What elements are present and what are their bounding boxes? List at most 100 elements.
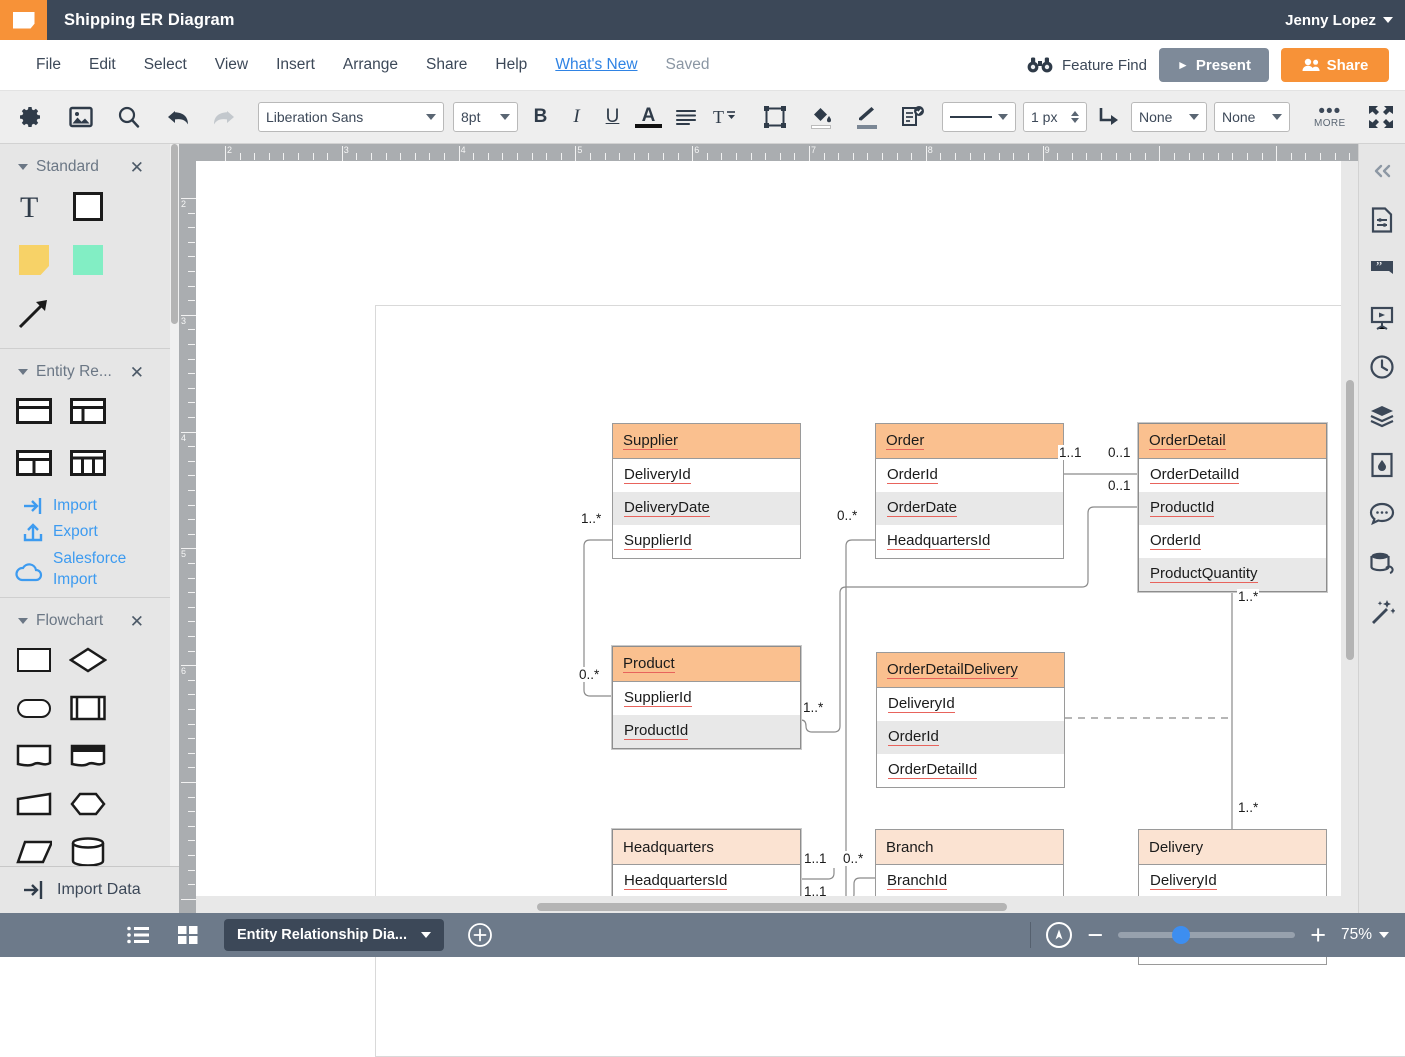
entity-attribute-row[interactable]: DeliveryId <box>1139 865 1326 898</box>
arrow-icon[interactable] <box>14 294 54 334</box>
search-icon[interactable] <box>114 102 144 132</box>
feature-find-button[interactable]: Feature Find <box>1027 57 1147 74</box>
entity-attribute-row[interactable]: DeliveryDate <box>613 492 800 525</box>
line-width-stepper[interactable]: 1 px <box>1023 102 1087 132</box>
align-left-icon[interactable] <box>671 102 701 132</box>
elbow-connector-icon[interactable] <box>1094 102 1124 132</box>
section-header-standard[interactable]: Standard ✕ <box>0 144 170 182</box>
expand-icon[interactable] <box>1366 102 1396 132</box>
vertical-scrollbar-thumb[interactable] <box>1346 380 1354 660</box>
fill-bucket-icon[interactable] <box>806 102 836 132</box>
pointer-circle-icon[interactable] <box>1046 922 1073 948</box>
horizontal-scrollbar-thumb[interactable] <box>537 903 1007 911</box>
entity-attribute-row[interactable]: SupplierId <box>613 525 800 558</box>
database-link-icon[interactable] <box>1365 546 1399 580</box>
zoom-out-button[interactable]: − <box>1087 922 1103 949</box>
comment-bubble-icon[interactable] <box>1365 497 1399 531</box>
close-icon[interactable]: ✕ <box>130 364 144 381</box>
underline-button[interactable]: U <box>599 106 626 128</box>
diamond-icon[interactable] <box>68 640 108 680</box>
salesforce-import-link[interactable]: Salesforce Import <box>0 545 170 593</box>
er-entity-1-icon[interactable] <box>14 391 54 431</box>
text-color-button[interactable]: A <box>635 106 662 128</box>
section-header-flowchart[interactable]: Flowchart ✕ <box>0 598 170 636</box>
shape-outline-icon[interactable] <box>760 102 790 132</box>
document-dark-icon[interactable] <box>68 736 108 776</box>
predefined-process-icon[interactable] <box>68 688 108 728</box>
grid-view-icon[interactable] <box>174 921 202 949</box>
list-view-icon[interactable] <box>124 921 152 949</box>
clock-history-icon[interactable] <box>1365 350 1399 384</box>
format-painter-icon[interactable] <box>898 102 928 132</box>
import-link[interactable]: Import <box>0 493 170 519</box>
end-arrow-select[interactable]: None <box>1214 102 1290 132</box>
line-style-select[interactable] <box>942 102 1016 132</box>
share-button[interactable]: Share <box>1281 48 1389 82</box>
app-logo-button[interactable] <box>0 0 47 40</box>
note-icon[interactable] <box>14 240 54 280</box>
menu-select[interactable]: Select <box>130 50 201 80</box>
layers-icon[interactable] <box>1365 399 1399 433</box>
collapse-chevrons-icon[interactable] <box>1365 154 1399 188</box>
menu-share[interactable]: Share <box>412 50 481 80</box>
er-entity-4-icon[interactable] <box>68 443 108 483</box>
document-properties-icon[interactable] <box>1365 203 1399 237</box>
stadium-icon[interactable] <box>14 688 54 728</box>
start-arrow-select[interactable]: None <box>1131 102 1207 132</box>
menu-edit[interactable]: Edit <box>75 50 130 80</box>
menu-file[interactable]: File <box>22 50 75 80</box>
redo-arrow-icon[interactable] <box>208 102 238 132</box>
menu-help[interactable]: Help <box>481 50 541 80</box>
left-panel-scrollbar[interactable] <box>170 144 179 913</box>
trapezoid-icon[interactable] <box>14 784 54 824</box>
zoom-slider-knob[interactable] <box>1172 926 1191 944</box>
theme-drop-icon[interactable] <box>1365 448 1399 482</box>
entity-product[interactable]: Product SupplierId ProductId <box>612 646 801 749</box>
rectangle-icon[interactable] <box>14 640 54 680</box>
square-icon[interactable] <box>68 186 108 226</box>
font-size-select[interactable]: 8pt <box>453 102 518 132</box>
font-family-select[interactable]: Liberation Sans <box>258 102 444 132</box>
entity-attribute-row[interactable]: SupplierId <box>613 682 800 715</box>
export-link[interactable]: Export <box>0 519 170 545</box>
entity-attribute-row[interactable]: OrderId <box>877 721 1064 754</box>
italic-button[interactable]: I <box>563 106 590 128</box>
zoom-slider[interactable] <box>1118 926 1296 944</box>
undo-arrow-icon[interactable] <box>164 102 194 132</box>
entity-branch[interactable]: Branch BranchId <box>875 829 1064 899</box>
green-square-icon[interactable] <box>68 240 108 280</box>
entity-attribute-row[interactable]: DeliveryId <box>877 688 1064 721</box>
entity-attribute-row[interactable]: OrderDate <box>876 492 1063 525</box>
present-button[interactable]: ► Present <box>1159 48 1269 82</box>
zoom-level-label[interactable]: 75% <box>1341 926 1372 944</box>
menu-insert[interactable]: Insert <box>262 50 329 80</box>
entity-attribute-row[interactable]: OrderDetailId <box>1139 459 1326 492</box>
presentation-icon[interactable] <box>1365 301 1399 335</box>
entity-attribute-row[interactable]: HeadquartersId <box>876 525 1063 558</box>
canvas-area[interactable]: Supplier DeliveryId DeliveryDate Supplie… <box>179 144 1405 1057</box>
entity-supplier[interactable]: Supplier DeliveryId DeliveryDate Supplie… <box>612 423 801 559</box>
menu-arrange[interactable]: Arrange <box>329 50 412 80</box>
zoom-in-button[interactable]: + <box>1310 922 1326 949</box>
document-icon[interactable] <box>14 736 54 776</box>
image-icon[interactable] <box>66 102 96 132</box>
close-icon[interactable]: ✕ <box>130 613 144 630</box>
entity-attribute-row[interactable]: OrderId <box>1139 525 1326 558</box>
entity-attribute-row[interactable]: OrderId <box>876 459 1063 492</box>
import-data-button[interactable]: Import Data <box>0 866 179 913</box>
document-title[interactable]: Shipping ER Diagram <box>64 11 235 30</box>
er-entity-3-icon[interactable] <box>14 443 54 483</box>
close-icon[interactable]: ✕ <box>130 159 144 176</box>
entity-order[interactable]: Order OrderId OrderDate HeadquartersId <box>875 423 1064 559</box>
menu-view[interactable]: View <box>201 50 262 80</box>
entity-attribute-row[interactable]: ProductQuantity <box>1139 558 1326 591</box>
er-entity-2-icon[interactable] <box>68 391 108 431</box>
entity-attribute-row[interactable]: ProductId <box>613 715 800 748</box>
entity-attribute-row[interactable]: BranchId <box>876 865 1063 898</box>
entity-attribute-row[interactable]: HeadquartersId <box>613 865 800 898</box>
hexagon-icon[interactable] <box>68 784 108 824</box>
plus-circle-icon[interactable] <box>466 921 494 949</box>
chevron-down-icon[interactable] <box>1379 932 1389 938</box>
entity-orderdetaildelivery[interactable]: OrderDetailDelivery DeliveryId OrderId O… <box>876 652 1065 788</box>
text-options-icon[interactable]: T <box>710 102 740 132</box>
